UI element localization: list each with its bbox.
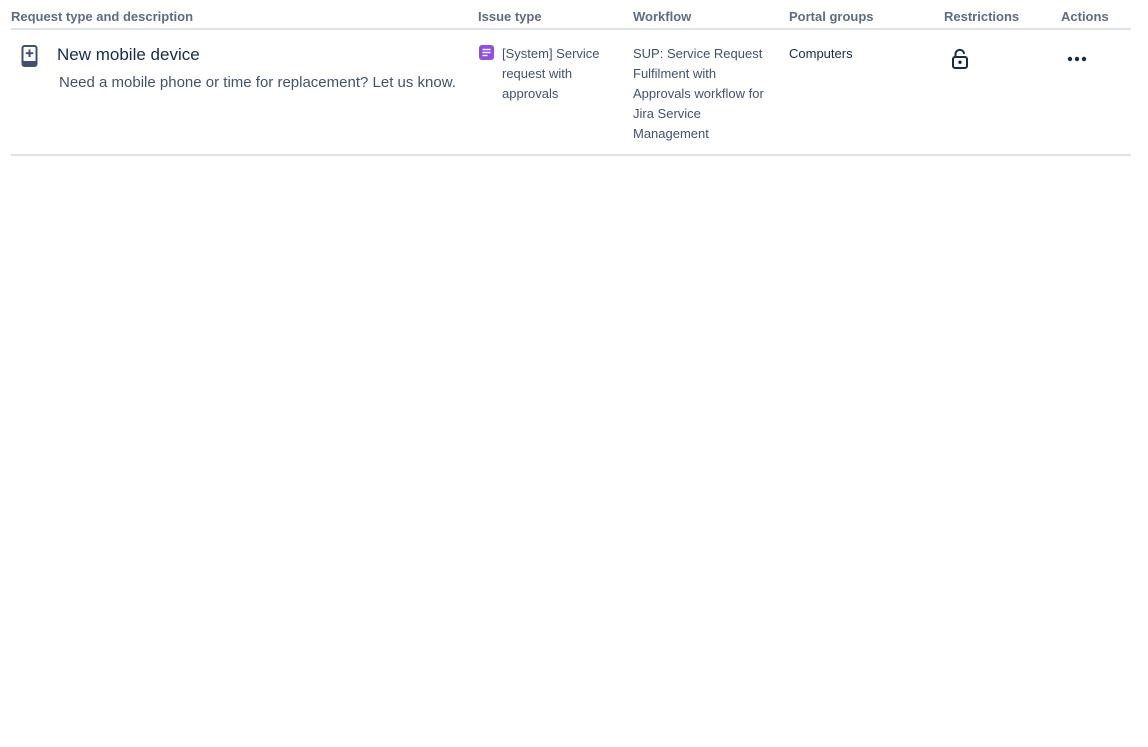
- column-header-request-type: Request type and description: [11, 9, 194, 24]
- table-row: New mobile device Need a mobile phone or…: [11, 30, 1131, 156]
- column-header-portal-groups: Portal groups: [789, 9, 874, 24]
- request-type-name[interactable]: New mobile device: [57, 45, 200, 65]
- mobile-device-add-icon: [20, 45, 39, 67]
- more-actions-button[interactable]: [1063, 48, 1091, 70]
- request-types-table: Request type and description Issue type …: [11, 0, 1131, 156]
- request-type-description: Need a mobile phone or time for replacem…: [59, 74, 456, 91]
- portal-group-label: Computers: [789, 46, 853, 61]
- table-header: Request type and description Issue type …: [11, 0, 1131, 30]
- column-header-restrictions: Restrictions: [944, 9, 1020, 24]
- column-header-workflow: Workflow: [633, 9, 692, 24]
- column-header-issue-type: Issue type: [478, 9, 542, 24]
- issue-type-label: [System] Service request with approvals: [502, 46, 600, 101]
- service-request-icon: [479, 45, 494, 60]
- column-header-actions: Actions: [1061, 9, 1109, 24]
- unlock-icon[interactable]: [949, 48, 971, 70]
- workflow-label: SUP: Service Request Fulfilment with App…: [633, 46, 764, 141]
